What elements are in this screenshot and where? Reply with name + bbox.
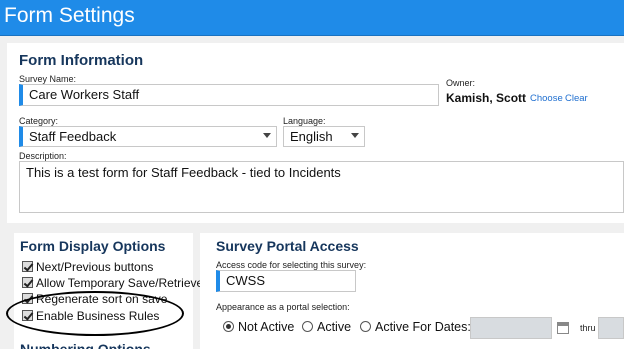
not-active-label: Not Active xyxy=(238,320,295,334)
form-information-panel: Form Information Survey Name: Care Worke… xyxy=(7,43,624,223)
survey-name-field[interactable]: Care Workers Staff xyxy=(19,84,439,106)
survey-portal-access-panel: Survey Portal Access Access code for sel… xyxy=(200,233,624,349)
radio-button[interactable] xyxy=(360,321,371,332)
radio-button[interactable] xyxy=(223,321,234,332)
access-code-field[interactable]: CWSS xyxy=(216,270,356,292)
choose-owner-link[interactable]: Choose xyxy=(530,93,563,104)
thru-label: thru xyxy=(580,323,596,333)
category-select[interactable]: Staff Feedback xyxy=(19,126,277,147)
access-code-value: CWSS xyxy=(226,273,265,288)
checkbox[interactable] xyxy=(22,277,33,288)
survey-portal-access-heading: Survey Portal Access xyxy=(216,238,359,254)
chevron-down-icon xyxy=(263,133,271,138)
category-value: Staff Feedback xyxy=(29,129,117,144)
page-title: Form Settings xyxy=(4,4,135,27)
description-textarea[interactable]: This is a test form for Staff Feedback -… xyxy=(19,161,624,213)
regenerate-sort-label: Regenerate sort on save xyxy=(36,292,168,306)
business-rules-label: Enable Business Rules xyxy=(36,309,160,323)
owner-label: Owner: xyxy=(446,78,476,88)
temporary-save-label: Allow Temporary Save/Retrieve xyxy=(36,276,204,290)
clear-owner-link[interactable]: Clear xyxy=(565,93,588,104)
language-label: Language: xyxy=(283,116,326,126)
checkbox[interactable] xyxy=(22,261,33,272)
description-value: This is a test form for Staff Feedback -… xyxy=(26,165,341,180)
description-label: Description: xyxy=(19,151,67,161)
window-title-bar: Form Settings xyxy=(0,0,624,36)
survey-name-label: Survey Name: xyxy=(19,74,77,84)
form-display-options-panel: Form Display Options Next/Previous butto… xyxy=(14,233,203,349)
end-date-input[interactable] xyxy=(598,317,624,339)
next-previous-label: Next/Previous buttons xyxy=(36,260,154,274)
calendar-icon[interactable] xyxy=(557,322,569,334)
checkbox[interactable] xyxy=(22,293,33,304)
category-label: Category: xyxy=(19,116,59,126)
active-for-dates-label: Active For Dates: xyxy=(375,320,471,334)
start-date-input[interactable] xyxy=(470,317,552,339)
form-display-options-heading: Form Display Options xyxy=(20,238,166,254)
form-information-heading: Form Information xyxy=(19,52,144,69)
appearance-label: Appearance as a portal selection: xyxy=(216,302,350,312)
checkbox[interactable] xyxy=(22,310,33,321)
chevron-down-icon xyxy=(351,133,359,138)
radio-button[interactable] xyxy=(302,321,313,332)
active-label: Active xyxy=(317,320,352,334)
language-value: English xyxy=(290,129,333,144)
access-code-label: Access code for selecting this survey: xyxy=(216,260,367,270)
numbering-options-heading: Numbering Options xyxy=(20,341,151,349)
owner-name: Kamish, Scott xyxy=(446,91,527,105)
language-select[interactable]: English xyxy=(283,126,365,147)
survey-name-value: Care Workers Staff xyxy=(29,87,140,102)
